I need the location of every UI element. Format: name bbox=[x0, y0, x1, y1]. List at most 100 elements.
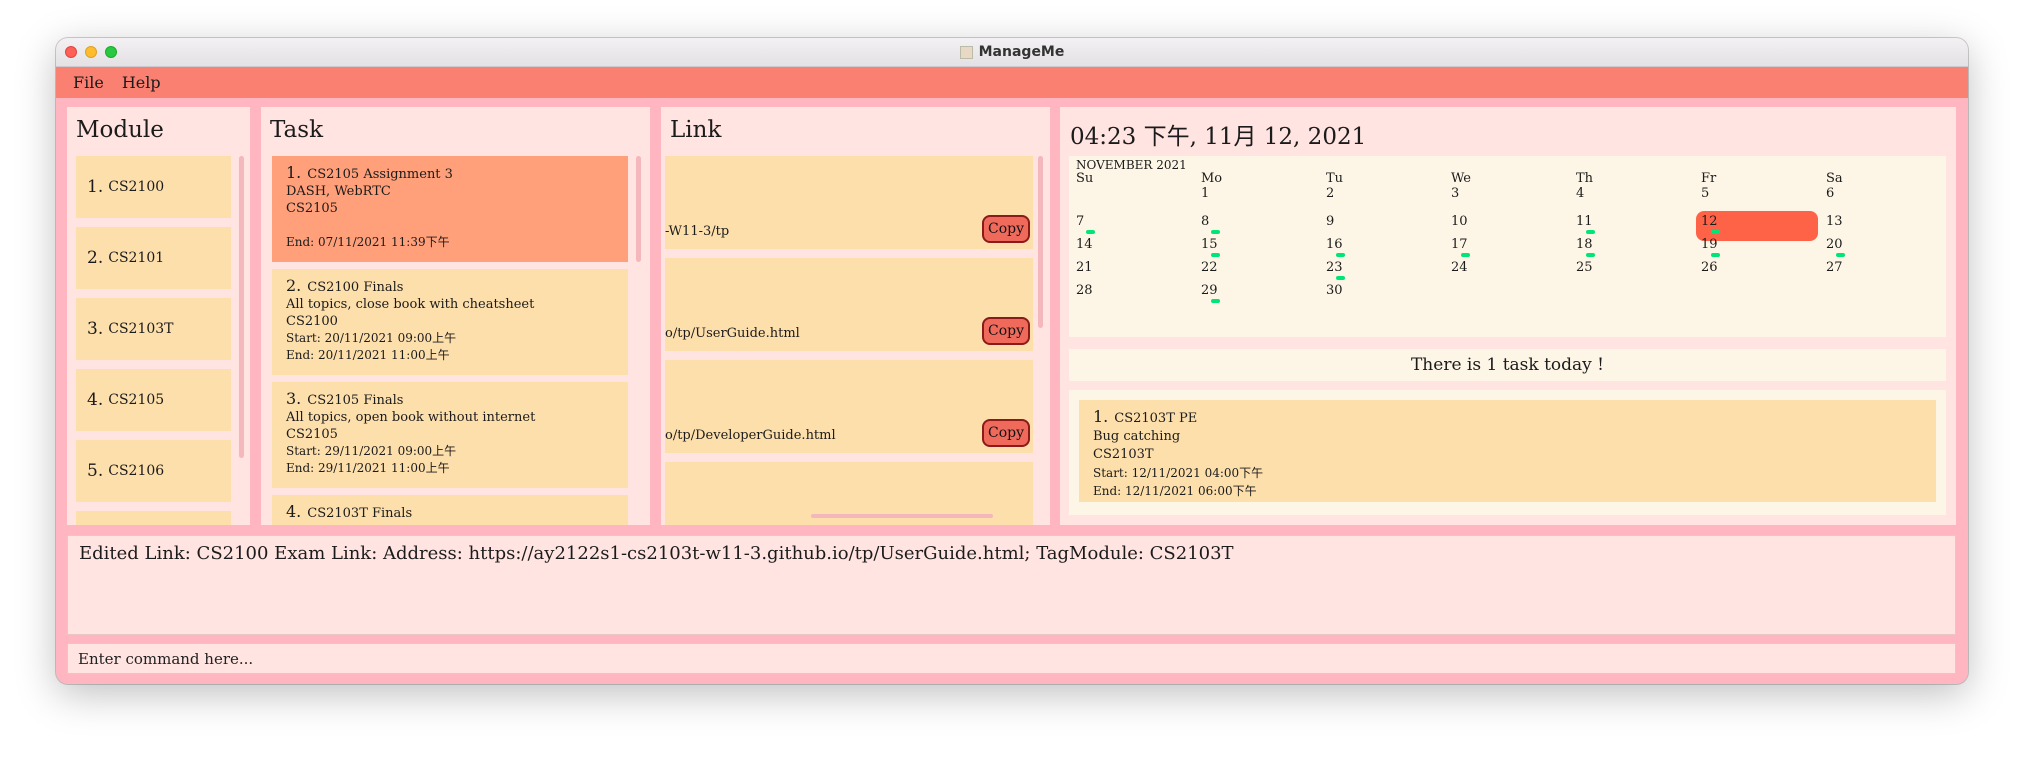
task-item[interactable]: 1. CS2105 Assignment 3 DASH, WebRTC CS210… bbox=[272, 156, 628, 262]
calendar-day[interactable]: 4 bbox=[1576, 186, 1584, 201]
task-end: End: 12/11/2021 06:00下午 bbox=[1093, 484, 1257, 498]
current-datetime: 04:23 下午, 11月 12, 2021 bbox=[1070, 124, 1367, 150]
calendar-day[interactable]: 14 bbox=[1076, 237, 1093, 252]
calendar-day[interactable]: 12 bbox=[1701, 214, 1718, 229]
task-marker bbox=[1211, 253, 1220, 257]
link-item[interactable]: o/tp/UserGuide.html Copy bbox=[665, 258, 1033, 351]
module-item[interactable]: 5. CS2106 bbox=[76, 440, 231, 502]
task-marker bbox=[1336, 253, 1345, 257]
module-item[interactable]: 4. CS2105 bbox=[76, 369, 231, 431]
minimize-window-button[interactable] bbox=[85, 46, 97, 58]
calendar-day[interactable]: 27 bbox=[1826, 260, 1843, 275]
link-horizontal-scrollbar[interactable] bbox=[811, 514, 993, 518]
calendar-day[interactable]: 24 bbox=[1451, 260, 1468, 275]
module-panel: Module 1. CS2100 2. CS2101 3. CS2103T 4. CS2… bbox=[67, 107, 250, 525]
calendar-panel: 04:23 下午, 11月 12, 2021 NOVEMBER 2021 Su M… bbox=[1060, 107, 1956, 525]
task-start: Start: 29/11/2021 09:00上午 bbox=[286, 444, 457, 458]
calendar-day[interactable]: 20 bbox=[1826, 237, 1843, 252]
calendar-day[interactable]: 15 bbox=[1201, 237, 1218, 252]
link-scrollbar[interactable] bbox=[1038, 156, 1043, 328]
module-item[interactable]: 2. CS2101 bbox=[76, 227, 231, 289]
link-panel: Link -W11-3/tp Copy o/tp/UserGuide.html … bbox=[661, 107, 1050, 525]
task-item[interactable]: 3. CS2105 Finals All topics, open book wi… bbox=[272, 382, 628, 488]
link-address: -W11-3/tp bbox=[665, 224, 730, 239]
calendar-day[interactable]: 7 bbox=[1076, 214, 1084, 229]
calendar-weekday: Su bbox=[1076, 171, 1094, 186]
module-code: CS2100 bbox=[108, 179, 165, 195]
calendar-day[interactable]: 6 bbox=[1826, 186, 1834, 201]
calendar-day[interactable]: 9 bbox=[1326, 214, 1334, 229]
app-icon bbox=[959, 45, 973, 59]
title-bar: ManageMe bbox=[56, 38, 1968, 67]
task-name: CS2105 Finals bbox=[307, 393, 404, 408]
copy-button[interactable]: Copy bbox=[981, 419, 1030, 447]
close-window-button[interactable] bbox=[65, 46, 77, 58]
task-description: DASH, WebRTC bbox=[286, 184, 391, 199]
module-panel-title: Module bbox=[76, 117, 164, 143]
calendar-day[interactable]: 28 bbox=[1076, 283, 1093, 298]
calendar-day[interactable]: 18 bbox=[1576, 237, 1593, 252]
menu-file[interactable]: File bbox=[64, 73, 113, 92]
calendar-day[interactable]: 21 bbox=[1076, 260, 1093, 275]
task-name: CS2105 Assignment 3 bbox=[307, 167, 453, 182]
zoom-window-button[interactable] bbox=[105, 46, 117, 58]
task-marker bbox=[1586, 253, 1595, 257]
calendar-weekday: Tu bbox=[1326, 171, 1344, 186]
task-marker bbox=[1711, 253, 1720, 257]
calendar-day[interactable]: 3 bbox=[1451, 186, 1459, 201]
calendar-day[interactable]: 11 bbox=[1576, 214, 1593, 229]
today-task-item[interactable]: 1. CS2103T PE Bug catching CS2103T Start:… bbox=[1079, 400, 1936, 502]
calendar-day[interactable]: 8 bbox=[1201, 214, 1209, 229]
calendar-day[interactable]: 13 bbox=[1826, 214, 1843, 229]
copy-button[interactable]: Copy bbox=[981, 317, 1030, 345]
calendar-day[interactable]: 30 bbox=[1326, 283, 1343, 298]
task-description: Bug catching bbox=[1093, 429, 1181, 444]
task-end: End: 07/11/2021 11:39下午 bbox=[286, 235, 450, 249]
task-description: All topics, open book without internet bbox=[286, 410, 536, 425]
calendar-day[interactable]: 1 bbox=[1201, 186, 1209, 201]
module-item[interactable]: 3. CS2103T bbox=[76, 298, 231, 360]
module-code: CS2101 bbox=[108, 250, 165, 266]
calendar-weekday: Th bbox=[1576, 171, 1594, 186]
month-calendar: NOVEMBER 2021 Su Mo Tu We Th Fr Sa 1 2 3 4 5 6 7 8 9 10 1… bbox=[1069, 156, 1946, 337]
task-item[interactable]: 4. CS2103T Finals bbox=[272, 495, 628, 525]
task-marker bbox=[1586, 230, 1595, 234]
task-marker bbox=[1711, 230, 1720, 234]
module-scrollbar[interactable] bbox=[239, 156, 244, 458]
task-name: CS2100 Finals bbox=[307, 280, 404, 295]
module-item[interactable] bbox=[76, 511, 231, 525]
link-address: o/tp/UserGuide.html bbox=[665, 326, 800, 341]
link-address: o/tp/DeveloperGuide.html bbox=[665, 428, 836, 443]
calendar-day[interactable]: 26 bbox=[1701, 260, 1718, 275]
task-start: Start: 12/11/2021 04:00下午 bbox=[1093, 466, 1264, 480]
calendar-day[interactable]: 23 bbox=[1326, 260, 1343, 275]
calendar-day[interactable]: 17 bbox=[1451, 237, 1468, 252]
task-start: Start: 20/11/2021 09:00上午 bbox=[286, 331, 457, 345]
calendar-day[interactable]: 22 bbox=[1201, 260, 1218, 275]
calendar-day[interactable]: 29 bbox=[1201, 283, 1218, 298]
task-item[interactable]: 2. CS2100 Finals All topics, close book w… bbox=[272, 269, 628, 375]
task-start bbox=[286, 217, 614, 234]
link-item[interactable]: -W11-3/tp Copy bbox=[665, 156, 1033, 249]
calendar-day[interactable]: 5 bbox=[1701, 186, 1709, 201]
menu-bar: File Help bbox=[56, 67, 1968, 98]
module-code: CS2105 bbox=[108, 392, 165, 408]
calendar-day[interactable]: 16 bbox=[1326, 237, 1343, 252]
calendar-day[interactable]: 19 bbox=[1701, 237, 1718, 252]
menu-help[interactable]: Help bbox=[113, 73, 170, 92]
task-module: CS2100 bbox=[286, 314, 338, 329]
calendar-day[interactable]: 10 bbox=[1451, 214, 1468, 229]
command-input[interactable]: Enter command here... bbox=[67, 643, 1956, 674]
module-item[interactable]: 1. CS2100 bbox=[76, 156, 231, 218]
task-end: End: 29/11/2021 11:00上午 bbox=[286, 461, 450, 475]
calendar-weekday: Mo bbox=[1201, 171, 1223, 186]
calendar-day[interactable]: 2 bbox=[1326, 186, 1334, 201]
today-message: There is 1 task today ! bbox=[1069, 349, 1946, 381]
calendar-day[interactable]: 25 bbox=[1576, 260, 1593, 275]
link-item[interactable]: o/tp/DeveloperGuide.html Copy bbox=[665, 360, 1033, 453]
task-marker bbox=[1336, 276, 1345, 280]
task-name: CS2103T PE bbox=[1114, 411, 1198, 426]
copy-button[interactable]: Copy bbox=[981, 215, 1030, 243]
task-module: CS2103T bbox=[1093, 447, 1154, 462]
task-scrollbar[interactable] bbox=[636, 156, 641, 262]
